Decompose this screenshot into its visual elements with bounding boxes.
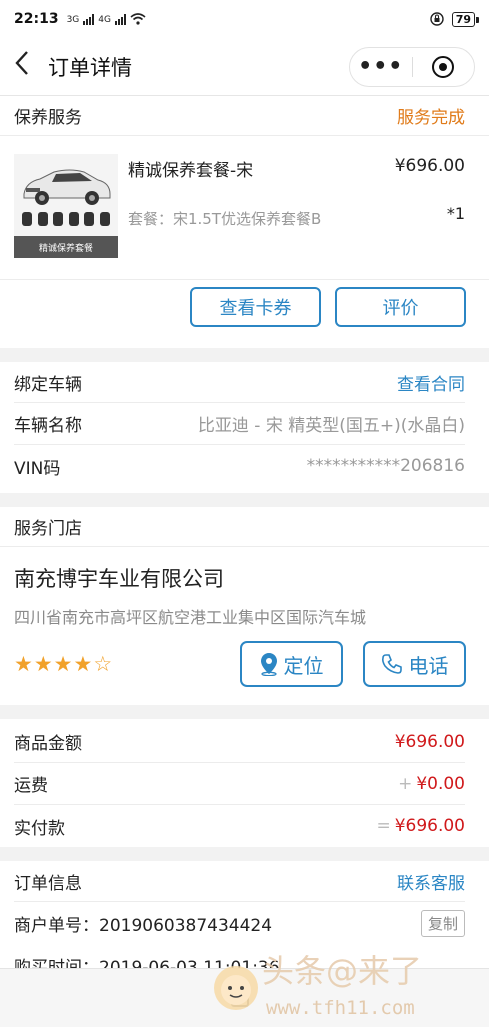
parts-image [22,212,110,228]
star-filled-icon: ★ [33,652,54,676]
vin-value: ***********206816 [306,456,465,476]
store-name: 南充博宇车业有限公司 [14,567,224,591]
service-header: 保养服务 服务完成 [0,96,489,136]
locate-button[interactable]: 定位 [240,641,343,687]
freight-sign: + [398,773,413,794]
product-price: ¥696.00 [394,156,465,176]
mini-program-capsule: ••• [349,46,475,87]
more-icon: ••• [358,53,404,79]
section-gap [0,348,489,362]
store-address: 四川省南充市高坪区航空港工业集中区国际汽车城 [14,608,367,627]
phone-button[interactable]: 电话 [363,641,466,687]
home-square-icon[interactable] [230,989,249,1007]
status-bar: 22:13 3G 4G 79 [0,0,489,38]
order-title: 订单信息 [14,873,82,894]
close-program-button[interactable] [413,48,475,86]
store-header: 服务门店 [0,507,489,547]
section-gap [0,493,489,507]
order-header: 订单信息 联系客服 [0,861,489,901]
goods-amount-label: 商品金额 [14,734,82,754]
store-rating: ★★★★☆ [14,652,113,676]
location-pin-icon [260,653,277,676]
thumbnail-caption: 精诚保养套餐 [14,236,118,258]
vin-label: VIN码 [14,458,61,479]
star-filled-icon: ★ [14,652,34,676]
status-time: 22:13 [14,11,59,27]
page-title: 订单详情 [48,55,132,80]
service-card: 保养服务 服务完成 精诚保养套餐 精诚保养套餐-宋 套餐：宋1.5T优选保养套餐… [0,96,489,348]
paid-label: 实付款 [14,818,65,839]
goods-amount-value: ¥696.00 [394,731,465,752]
view-contract-link[interactable]: 查看合同 [397,370,465,395]
vehicle-header: 绑定车辆 查看合同 [0,362,489,402]
store-actions: ★★★★☆ 定位 电话 [0,633,489,705]
goods-amount-row: 商品金额 ¥696.00 [14,721,465,763]
signal-icon [83,14,95,25]
vehicle-title: 绑定车辆 [14,374,82,395]
product-desc: 套餐：宋1.5T优选保养套餐B [128,210,322,228]
merchant-no-row: 商户单号：2019060387434424 复制 [14,902,465,944]
star-empty-icon: ☆ [93,652,114,676]
view-coupon-button[interactable]: 查看卡券 [190,287,321,327]
phone-icon [381,654,402,674]
target-icon [432,55,455,78]
lock-rotation-icon [429,12,444,26]
paid-sign: = [376,816,391,836]
vehicle-name-row: 车辆名称 比亚迪 - 宋 精英型(国五+)(水晶白) [14,403,465,445]
product-info: 精诚保养套餐-宋 套餐：宋1.5T优选保养套餐B [128,154,355,279]
review-button[interactable]: 评价 [335,287,466,327]
merchant-no: 商户单号：2019060387434424 [14,915,273,936]
car-image [23,169,111,205]
section-gap [0,847,489,861]
paid-row: 实付款 = ¥696.00 [14,805,465,847]
product-name: 精诚保养套餐-宋 [128,161,254,181]
product-qty: *1 [446,204,465,223]
signal-indicators: 3G 4G [67,13,146,25]
system-nav-bar [0,968,489,1027]
network-label-1: 3G [66,15,80,25]
contact-service-link[interactable]: 联系客服 [397,869,465,894]
service-title: 保养服务 [14,108,82,128]
vin-row: VIN码 ***********206816 [14,445,465,487]
vehicle-name-label: 车辆名称 [14,416,82,436]
section-gap [0,705,489,719]
freight-label: 运费 [14,776,48,796]
amount-card: 商品金额 ¥696.00 运费 + ¥0.00 实付款 = ¥696.00 [0,719,489,847]
network-label-2: 4G [98,15,111,25]
product-thumbnail: 精诚保养套餐 [14,154,118,258]
phone-label: 电话 [408,653,449,678]
wifi-icon [130,13,146,25]
more-button[interactable]: ••• [350,48,412,86]
freight-row: 运费 + ¥0.00 [14,763,465,805]
store-title: 服务门店 [14,519,82,539]
paid-value: ¥696.00 [394,816,465,836]
back-icon[interactable] [14,50,44,83]
product-item[interactable]: 精诚保养套餐 精诚保养套餐-宋 套餐：宋1.5T优选保养套餐B ¥696.00 … [0,136,489,280]
product-price-block: ¥696.00 *1 [355,154,465,279]
service-status: 服务完成 [397,108,465,128]
nav-bar: 订单详情 ••• [0,38,489,96]
star-filled-icon: ★ [73,652,94,676]
signal-icon-2 [114,14,126,25]
battery-icon: 79 [451,11,480,27]
vehicle-card: 绑定车辆 查看合同 车辆名称 比亚迪 - 宋 精英型(国五+)(水晶白) VIN… [0,362,489,493]
store-card: 服务门店 南充博宇车业有限公司 四川省南充市高坪区航空港工业集中区国际汽车城 ★… [0,507,489,705]
star-filled-icon: ★ [53,652,74,676]
locate-label: 定位 [283,653,324,678]
copy-button[interactable]: 复制 [420,909,465,937]
vehicle-name-value: 比亚迪 - 宋 精英型(国五+)(水晶白) [197,416,465,436]
freight-value: ¥0.00 [416,773,465,794]
service-actions: 查看卡券 评价 [0,280,489,348]
